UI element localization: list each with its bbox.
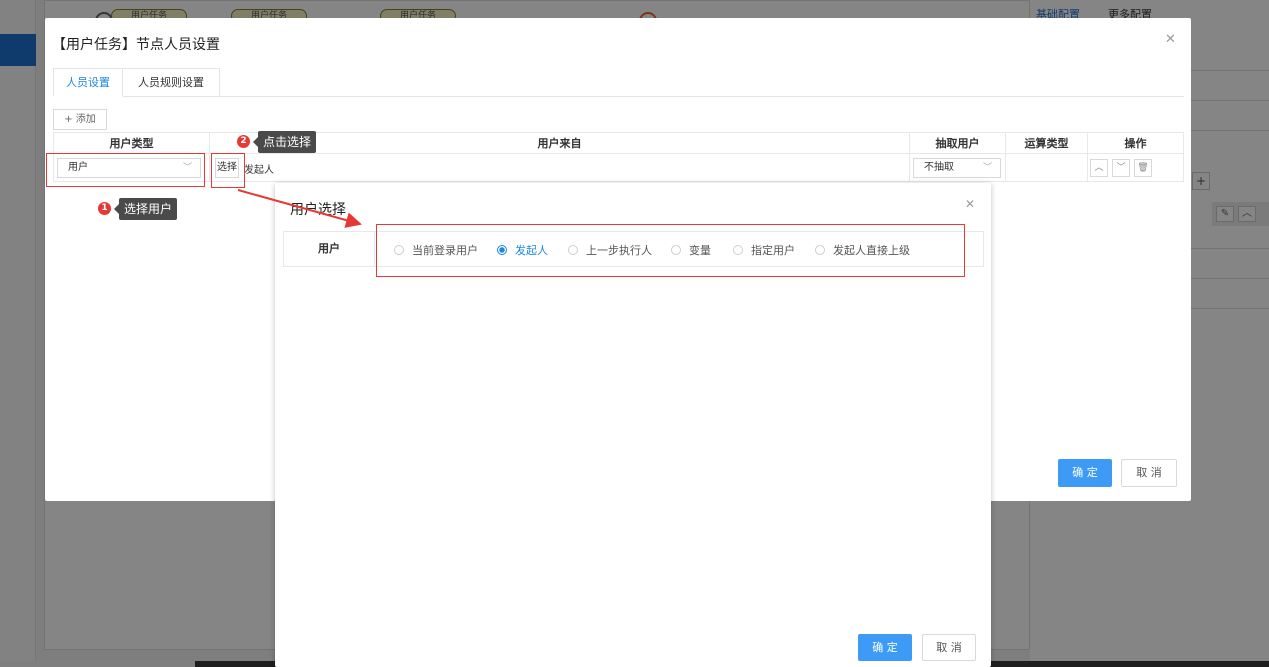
annotation-arrow: [237, 189, 362, 228]
